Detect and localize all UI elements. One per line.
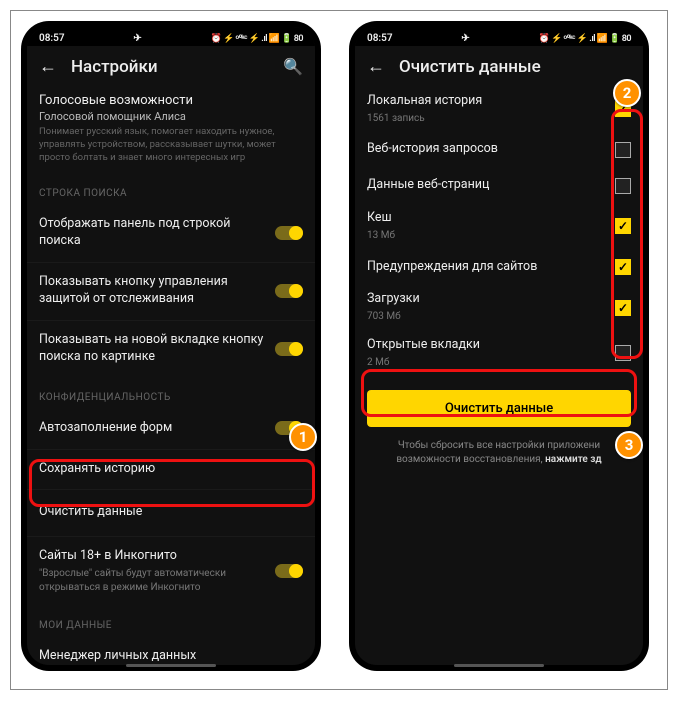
status-time: 08:57 [367,33,393,44]
item-label: Веб-история запросов [367,141,605,158]
badge-number: 1 [299,428,308,446]
clear-item-row[interactable]: Открытые вкладки 2 Мб [355,331,643,376]
item-title: Кеш [367,210,392,225]
row-label: Показывать кнопку управления защитой от … [39,274,265,308]
item-sub: 703 Мб [367,310,605,324]
item-sub: 1561 запись [367,112,605,126]
status-bar: 08:57 ✈ ⏰ ⚡ ᵒ⁰ᵏᶜ ⚡ .ıl 📶 🔋 80 [355,27,643,46]
step-badge-2: 2 [613,79,641,107]
item-title: Открытые вкладки [367,337,480,352]
checkbox[interactable] [615,142,631,158]
search-icon[interactable]: 🔍 [283,57,303,76]
toggle-icon[interactable] [275,564,303,578]
section-search: СТРОКА ПОИСКА [27,174,315,205]
voice-subtitle: Голосовой помощник Алиса [39,110,303,123]
row-history[interactable]: Сохранять историю [27,450,315,490]
reset-note: Чтобы сбросить все настройки приложени в… [355,435,643,471]
checkbox[interactable]: ✓ [615,259,631,275]
back-icon[interactable]: ← [39,56,57,77]
clear-data-content: Локальная история 1561 запись ✓ Веб-история… [355,87,643,665]
item-title: Локальная история [367,93,482,108]
checkbox[interactable]: ✓ [615,300,631,316]
row-manager[interactable]: Менеджер личных данных [27,637,315,665]
status-bar: 08:57 ✈ ⏰ ⚡ ᵒ⁰ᵏᶜ ⚡ .ıl 📶 🔋 80 [27,27,315,46]
toggle-icon[interactable] [275,226,303,240]
voice-block[interactable]: Голосовые возможности Голосовой помощник… [27,87,315,174]
row-label: Отображать панель под строкой поиска [39,216,265,250]
comparison-frame: 08:57 ✈ ⏰ ⚡ ᵒ⁰ᵏᶜ ⚡ .ıl 📶 🔋 80 ← Настройк… [10,10,668,690]
item-label: Данные веб-страниц [367,177,605,194]
note-text: возможности восстановления, [396,454,545,465]
clear-data-button[interactable]: Очистить данные [367,390,631,427]
clear-item-row[interactable]: Локальная история1561 запись✓ [355,87,643,132]
app-bar: ← Настройки 🔍 [27,46,315,87]
checkbox[interactable]: ✓ [615,218,631,234]
clear-item-row[interactable]: Веб-история запросов [355,132,643,168]
item-title: Предупреждения для сайтов [367,259,537,274]
row-title: Сайты 18+ в Инкогнито [39,548,177,563]
row-sub: "Взрослые" сайты будут автоматически отк… [39,567,265,594]
send-icon: ✈ [133,33,141,44]
row-label: Автозаполнение форм [39,420,265,437]
item-label: Предупреждения для сайтов [367,259,605,276]
nav-handle[interactable] [126,664,216,667]
nav-handle[interactable] [454,664,544,667]
step-badge-3: 3 [615,431,643,459]
item-label: Загрузки 703 Мб [367,291,605,323]
item-title: Загрузки [367,291,420,306]
row-panel-toggle[interactable]: Отображать панель под строкой поиска [27,205,315,262]
row-shield-toggle[interactable]: Показывать кнопку управления защитой от … [27,263,315,320]
item-label: Открытые вкладки 2 Мб [367,337,605,369]
clear-data-list: Локальная история 1561 запись ✓ Веб-история… [355,87,643,376]
section-privacy: КОНФИДЕНЦИАЛЬНОСТЬ [27,378,315,409]
row-label: Показывать на новой вкладке кнопку поиск… [39,332,265,366]
status-icons: ⏰ ⚡ ᵒ⁰ᵏᶜ ⚡ .ıl 📶 🔋 80 [211,33,303,44]
item-sub: 13 Мб [367,229,605,243]
row-incognito[interactable]: Сайты 18+ в Инкогнито "Взрослые" сайты б… [27,537,315,606]
item-label: Локальная история 1561 запись [367,93,605,125]
row-label: Очистить данные [39,504,303,521]
button-label: Очистить данные [445,401,553,416]
screen-left: 08:57 ✈ ⏰ ⚡ ᵒ⁰ᵏᶜ ⚡ .ıl 📶 🔋 80 ← Настройк… [27,27,315,665]
row-autofill[interactable]: Автозаполнение форм [27,409,315,449]
settings-content: Голосовые возможности Голосовой помощник… [27,87,315,665]
note-text: Чтобы сбросить все настройки приложени [398,440,600,451]
row-clear-data[interactable]: Очистить данные [27,490,315,536]
phone-left: 08:57 ✈ ⏰ ⚡ ᵒ⁰ᵏᶜ ⚡ .ıl 📶 🔋 80 ← Настройк… [21,21,321,671]
page-title: Настройки [71,57,269,77]
status-icons: ⏰ ⚡ ᵒ⁰ᵏᶜ ⚡ .ıl 📶 🔋 80 [539,33,631,44]
section-mydata: МОИ ДАННЫЕ [27,606,315,637]
row-label: Менеджер личных данных [39,648,303,665]
voice-desc: Понимает русский язык, помогает находить… [39,126,303,164]
page-title: Очистить данные [399,57,631,77]
row-pic-toggle[interactable]: Показывать на новой вкладке кнопку поиск… [27,321,315,378]
screen-right: 08:57 ✈ ⏰ ⚡ ᵒ⁰ᵏᶜ ⚡ .ıl 📶 🔋 80 ← Очистить… [355,27,643,665]
row-label: Сохранять историю [39,461,303,478]
back-icon[interactable]: ← [367,56,385,77]
badge-number: 2 [623,84,632,102]
item-sub: 2 Мб [367,356,605,370]
app-bar: ← Очистить данные [355,46,643,87]
checkbox[interactable] [615,178,631,194]
toggle-icon[interactable] [275,342,303,356]
clear-item-row[interactable]: Кеш 13 Мб ✓ [355,204,643,249]
step-badge-1: 1 [289,423,317,451]
row-label: Сайты 18+ в Инкогнито "Взрослые" сайты б… [39,548,265,594]
note-link[interactable]: нажмите зд [545,454,602,465]
status-time: 08:57 [39,33,65,44]
clear-item-row[interactable]: Данные веб-страниц [355,168,643,204]
checkbox[interactable] [615,345,631,361]
send-icon: ✈ [461,33,469,44]
phone-right: 08:57 ✈ ⏰ ⚡ ᵒ⁰ᵏᶜ ⚡ .ıl 📶 🔋 80 ← Очистить… [349,21,649,671]
clear-item-row[interactable]: Предупреждения для сайтов ✓ [355,250,643,286]
clear-item-row[interactable]: Загрузки 703 Мб ✓ [355,285,643,330]
item-title: Данные веб-страниц [367,177,489,192]
toggle-icon[interactable] [275,284,303,298]
item-label: Кеш 13 Мб [367,210,605,242]
item-title: Веб-история запросов [367,141,498,156]
voice-title: Голосовые возможности [39,93,303,108]
badge-number: 3 [625,436,634,454]
